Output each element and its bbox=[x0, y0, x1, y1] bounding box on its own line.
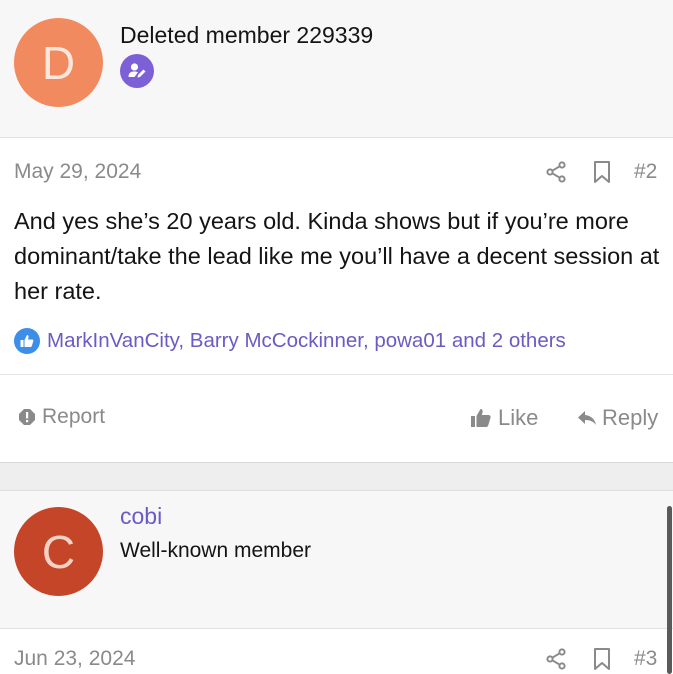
like-reaction-icon bbox=[14, 328, 40, 354]
reactions-bar[interactable]: MarkInVanCity, Barry McCockinner, powa01… bbox=[14, 326, 566, 356]
avatar-letter: C bbox=[41, 525, 76, 578]
like-button[interactable]: Like bbox=[470, 405, 538, 431]
report-label: Report bbox=[42, 405, 106, 428]
post-message: And yes she’s 20 years old. Kinda shows … bbox=[14, 208, 660, 304]
post-date[interactable]: Jun 23, 2024 bbox=[14, 647, 135, 671]
user-title: Well-known member bbox=[120, 539, 311, 562]
username[interactable]: cobi bbox=[120, 503, 162, 530]
post-meta: Jun 23, 2024 #3 bbox=[0, 639, 673, 674]
post: D Deleted member 229339 May 29, 2024 #2 … bbox=[0, 0, 673, 462]
post-meta: May 29, 2024 #2 bbox=[0, 152, 673, 192]
scrollbar[interactable] bbox=[667, 506, 672, 674]
avatar-letter: D bbox=[41, 36, 76, 89]
user-edit-icon bbox=[120, 54, 154, 88]
post-separator bbox=[0, 462, 673, 490]
share-icon[interactable] bbox=[545, 161, 567, 183]
post-user-block: C cobi Well-known member bbox=[0, 491, 673, 629]
avatar[interactable]: C bbox=[14, 507, 103, 596]
avatar[interactable]: D bbox=[14, 18, 103, 107]
report-button[interactable]: Report bbox=[18, 405, 105, 429]
thumbs-up-icon bbox=[471, 409, 491, 427]
post-number[interactable]: #3 bbox=[634, 647, 657, 671]
bookmark-icon[interactable] bbox=[592, 160, 612, 184]
share-icon[interactable] bbox=[545, 648, 567, 670]
like-label: Like bbox=[498, 405, 539, 430]
post-actions: Report Like Reply bbox=[0, 374, 673, 462]
reply-button[interactable]: Reply bbox=[576, 405, 658, 431]
post-user-block: D Deleted member 229339 bbox=[0, 0, 673, 138]
username[interactable]: Deleted member 229339 bbox=[120, 22, 373, 49]
reply-label: Reply bbox=[602, 405, 659, 430]
report-icon bbox=[19, 409, 35, 425]
bookmark-icon[interactable] bbox=[592, 647, 612, 671]
reply-icon bbox=[578, 411, 596, 425]
post-number[interactable]: #2 bbox=[634, 160, 657, 184]
reaction-users[interactable]: MarkInVanCity, Barry McCockinner, powa01… bbox=[47, 329, 566, 353]
post: C cobi Well-known member Jun 23, 2024 #3 bbox=[0, 490, 673, 674]
post-date[interactable]: May 29, 2024 bbox=[14, 160, 141, 184]
